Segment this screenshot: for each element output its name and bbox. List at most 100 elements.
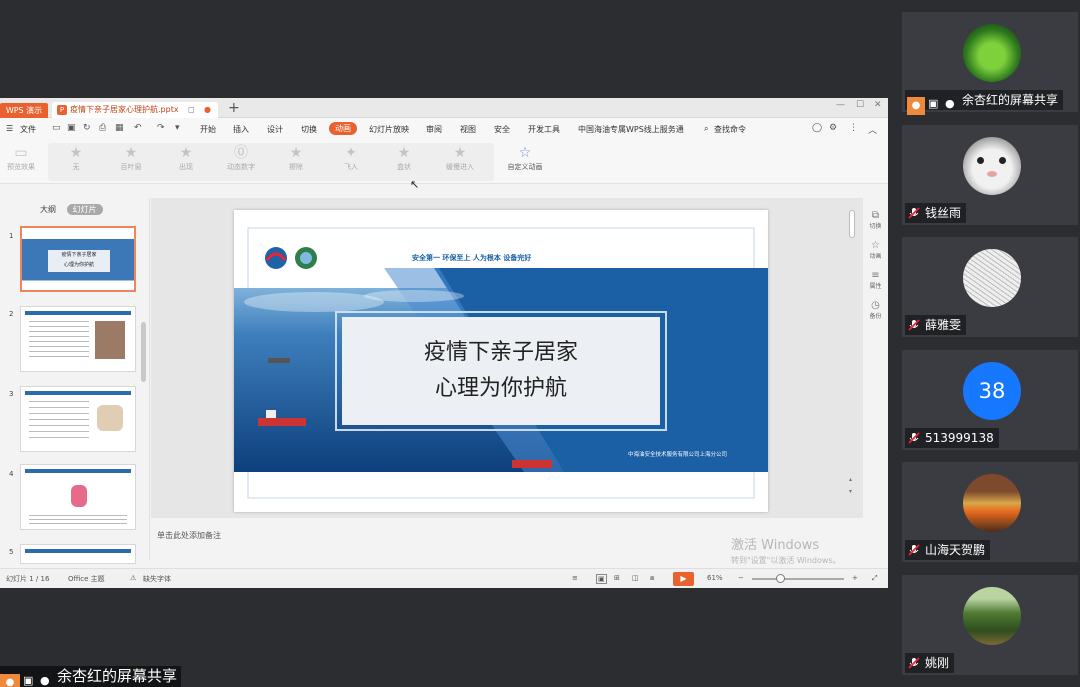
hamburger-icon[interactable]: ☰ xyxy=(6,124,13,133)
export-icon[interactable]: ↻ xyxy=(83,123,91,133)
star-icon: ★ xyxy=(124,145,138,161)
screen-share-icon: ▣ xyxy=(23,674,34,687)
participant-name-bar: ● ▣ ● 余杏红的屏幕共享 xyxy=(905,90,1064,115)
tab-animation[interactable]: 动画 xyxy=(329,122,357,135)
preview-effect-label: 预览效果 xyxy=(7,163,35,171)
participant-tile[interactable]: ● ▣ ● 余杏红的屏幕共享 xyxy=(902,12,1078,115)
effect-box[interactable]: ★ 盒状 xyxy=(382,144,426,172)
slide-scrollbar[interactable]: ▴ ▾ xyxy=(847,206,857,528)
tab-transition[interactable]: 切换 xyxy=(301,124,317,135)
participant-tile[interactable]: 钱丝雨 xyxy=(902,125,1078,225)
slide-number: 5 xyxy=(9,548,14,556)
customize-icon[interactable]: ▾ xyxy=(175,123,180,133)
open-icon[interactable]: ▭ xyxy=(52,123,61,133)
fit-window-icon[interactable]: ⤢ xyxy=(872,574,878,583)
tab-cnooc-service[interactable]: 中国海油专属WPS线上服务通 xyxy=(578,124,688,135)
slide-thumbnail-2[interactable] xyxy=(20,306,136,372)
presenter-view-icon[interactable]: ⧈ xyxy=(650,574,654,583)
search-command[interactable]: 查找命令 xyxy=(714,124,746,135)
star-icon: ★ xyxy=(289,145,303,161)
close-icon[interactable]: ✕ xyxy=(874,100,882,110)
tab-insert[interactable]: 插入 xyxy=(233,124,249,135)
tab-security[interactable]: 安全 xyxy=(494,124,510,135)
zoom-in-icon[interactable]: + xyxy=(852,574,858,582)
save-icon[interactable]: ▣ xyxy=(67,123,76,133)
maximize-icon[interactable]: ☐ xyxy=(856,100,864,110)
participant-name: 薛雅雯 xyxy=(925,318,962,332)
zoom-level[interactable]: 61% xyxy=(707,574,723,582)
search-icon[interactable]: ⌕ xyxy=(704,124,708,134)
modified-dot-icon[interactable]: ● xyxy=(204,102,211,118)
reading-view-icon[interactable]: ◫ xyxy=(632,574,639,582)
sorter-view-icon[interactable]: ⊞ xyxy=(614,574,620,582)
mic-muted-icon xyxy=(907,656,921,670)
redo-icon[interactable]: ↷ xyxy=(157,123,165,133)
scroll-up-icon[interactable]: ▴ xyxy=(849,476,852,483)
animation-tool[interactable]: ☆ 动画 xyxy=(863,240,888,260)
switch-tool[interactable]: ⧉ 切换 xyxy=(863,210,888,230)
effect-appear[interactable]: ★ 出现 xyxy=(164,144,208,172)
tab-home[interactable]: 开始 xyxy=(200,124,216,135)
play-slideshow-button[interactable]: ▶ xyxy=(673,572,694,586)
tab-review[interactable]: 审阅 xyxy=(426,124,442,135)
settings-icon[interactable]: ⚙ xyxy=(829,123,837,133)
preview-effect-button[interactable]: ▭ 预览效果 xyxy=(0,144,42,172)
undo-icon[interactable]: ↶ xyxy=(134,123,142,133)
missing-font[interactable]: 缺失字体 xyxy=(143,574,171,584)
participant-tile[interactable]: 38 513999138 xyxy=(902,350,1078,450)
new-tab-button[interactable]: + xyxy=(228,100,240,116)
thumbnail-scrollbar[interactable] xyxy=(141,322,146,382)
zoom-out-icon[interactable]: − xyxy=(738,574,744,582)
effect-fly-in[interactable]: ✦ 飞入 xyxy=(329,144,373,172)
star-icon: ★ xyxy=(397,145,411,161)
participant-tile[interactable]: 姚刚 xyxy=(902,575,1078,675)
custom-animation-button[interactable]: ☆ 自定义动画 xyxy=(500,144,550,172)
effect-none[interactable]: ★ 无 xyxy=(54,144,98,172)
effect-dynamic-number[interactable]: ⓪ 动态数字 xyxy=(219,144,263,172)
print-icon[interactable]: ⎙ xyxy=(99,123,106,133)
slide-title-box[interactable]: 疫情下亲子居家 心理为你护航 xyxy=(342,317,660,425)
missing-font-icon[interactable]: ⚠ xyxy=(130,574,136,582)
notes-toggle-icon[interactable]: ≡ xyxy=(572,574,578,582)
current-slide[interactable]: 安全第一 环保至上 人为根本 设备完好 疫情下亲子居家 心理为你护航 中海油安全… xyxy=(234,210,768,512)
more-icon[interactable]: ⋮ xyxy=(849,123,858,133)
tab-developer[interactable]: 开发工具 xyxy=(528,124,560,135)
effect-blinds[interactable]: ★ 百叶窗 xyxy=(109,144,153,172)
backup-tool[interactable]: ◷ 备份 xyxy=(863,300,888,320)
normal-view-icon[interactable]: ▣ xyxy=(596,574,607,584)
effect-slow-in[interactable]: ★ 缓慢进入 xyxy=(438,144,482,172)
properties-tool[interactable]: ≡ 属性 xyxy=(863,270,888,290)
star-icon: ★ xyxy=(453,145,467,161)
tab-outline[interactable]: 大纲 xyxy=(40,205,56,214)
pin-icon[interactable]: ◻ xyxy=(188,102,195,118)
wps-app-tab[interactable]: WPS 演示 xyxy=(0,103,48,118)
participant-tile[interactable]: 山海天贺鹏 xyxy=(902,462,1078,562)
slide-thumbnail-3[interactable] xyxy=(20,386,136,452)
tab-slideshow[interactable]: 幻灯片放映 xyxy=(369,124,409,135)
scroll-down-icon[interactable]: ▾ xyxy=(849,488,852,495)
menu-file[interactable]: 文件 xyxy=(20,124,36,135)
comment-icon[interactable]: ◯ xyxy=(812,123,822,133)
slide-slogan: 安全第一 环保至上 人为根本 设备完好 xyxy=(412,254,532,262)
side-tool-label: 切换 xyxy=(869,223,882,230)
activation-watermark: 激活 Windows 转到"设置"以激活 Windows。 xyxy=(731,534,841,566)
preview-icon[interactable]: ▦ xyxy=(115,123,124,133)
cat-eye xyxy=(977,157,984,164)
zoom-slider-knob[interactable] xyxy=(776,574,785,583)
slide-thumbnail-4[interactable] xyxy=(20,464,136,530)
tab-design[interactable]: 设计 xyxy=(267,124,283,135)
document-tab[interactable]: P 疫情下亲子居家心理护航.pptx ◻ ● xyxy=(52,102,218,118)
participant-name: 513999138 xyxy=(925,431,994,445)
tab-view[interactable]: 视图 xyxy=(460,124,476,135)
thumb-subtitle: 心理为你护航 xyxy=(63,262,94,268)
participant-tile[interactable]: 薛雅雯 xyxy=(902,237,1078,337)
minimize-icon[interactable]: — xyxy=(836,100,845,110)
custom-animation-label: 自定义动画 xyxy=(507,163,543,171)
collapse-ribbon-icon[interactable]: ︿ xyxy=(868,123,877,136)
slide-thumbnail-1[interactable]: 疫情下亲子居家 心理为你护航 xyxy=(20,226,136,292)
slide-thumbnail-5[interactable] xyxy=(20,544,136,564)
zoom-slider[interactable] xyxy=(752,578,844,580)
effect-wipe[interactable]: ★ 擦除 xyxy=(274,144,318,172)
slide-scroll-thumb[interactable] xyxy=(849,210,855,238)
tab-slides[interactable]: 幻灯片 xyxy=(66,204,103,215)
